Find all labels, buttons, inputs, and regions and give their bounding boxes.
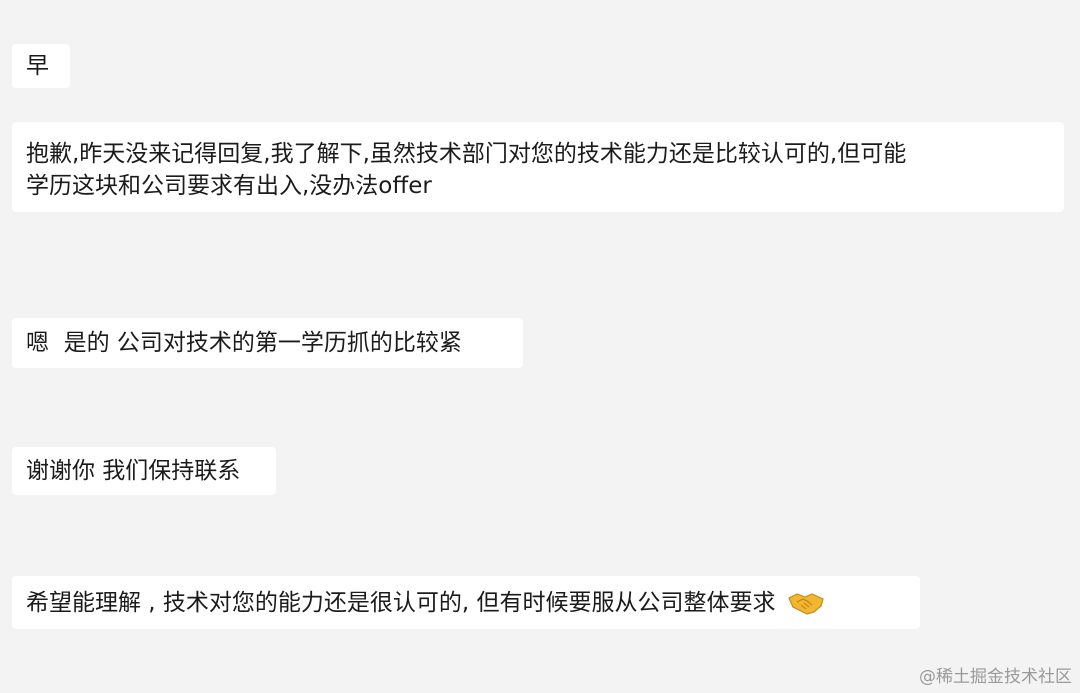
message-text: 谢谢你 我们保持联系 [26,458,241,484]
message-text-line-1: 抱歉,昨天没来记得回复,我了解下,虽然技术部门对您的技术能力还是比较认可的,但可… [26,141,907,167]
message-text: 嗯 是的 公司对技术的第一学历抓的比较紧 [26,330,462,356]
handshake-emoji-icon [787,590,824,616]
message-bubble-1: 抱歉,昨天没来记得回复,我了解下,虽然技术部门对您的技术能力还是比较认可的,但可… [12,122,1064,212]
message-text: 希望能理解 , 技术对您的能力还是很认可的, 但有时候要服从公司整体要求 [26,589,776,616]
message-bubble-3: 谢谢你 我们保持联系 [12,447,276,495]
message-bubble-4: 希望能理解 , 技术对您的能力还是很认可的, 但有时候要服从公司整体要求 [12,576,920,629]
watermark: @稀土掘金技术社区 [919,667,1072,687]
message-text-line-2: 学历这块和公司要求有出入,没办法offer [26,173,432,199]
message-text: 早 [26,53,49,79]
message-bubble-2: 嗯 是的 公司对技术的第一学历抓的比较紧 [12,318,523,368]
message-bubble-0: 早 [12,44,70,88]
